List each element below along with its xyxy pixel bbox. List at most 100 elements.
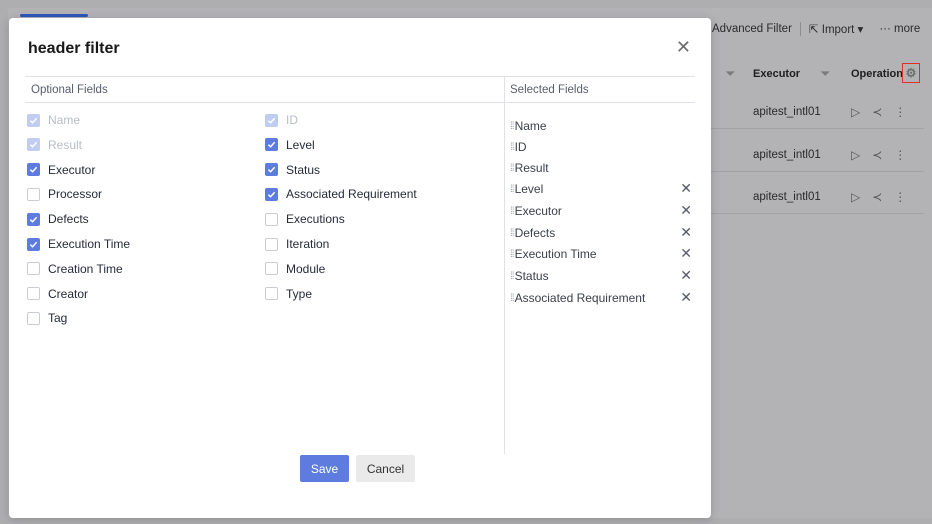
field-label: Type: [286, 286, 313, 301]
share-icon[interactable]: ≺: [872, 105, 882, 119]
optional-field-level[interactable]: Level: [265, 137, 315, 153]
optional-field-executor[interactable]: Executor: [27, 162, 95, 178]
field-label: Iteration: [286, 237, 330, 251]
checkbox[interactable]: [265, 237, 278, 251]
selected-field-name[interactable]: ⁞⁞ Name: [510, 118, 696, 134]
selected-field-status[interactable]: ⁞⁞ Status ✕: [510, 267, 696, 284]
import-icon: ⇱: [808, 24, 819, 36]
checkbox[interactable]: [27, 187, 40, 201]
filter-icon[interactable]: ⏷: [821, 68, 830, 81]
executor-cell: apitest_intl01: [753, 105, 821, 118]
field-label: Execution Time: [514, 247, 597, 261]
checkbox[interactable]: [27, 212, 40, 226]
checkbox[interactable]: [265, 262, 278, 276]
filter-icon[interactable]: ⏷: [726, 68, 735, 81]
checkbox: [27, 113, 40, 127]
drag-handle-icon[interactable]: ⁞⁞: [510, 163, 514, 174]
field-label: Module: [286, 261, 326, 276]
optional-field-name: Name: [27, 112, 80, 128]
remove-icon[interactable]: ✕: [680, 180, 692, 197]
optional-field-creator[interactable]: Creator: [27, 286, 88, 302]
save-button[interactable]: Save: [300, 455, 349, 482]
remove-icon[interactable]: ✕: [680, 289, 692, 306]
remove-icon[interactable]: ✕: [680, 267, 692, 284]
selected-field-level[interactable]: ⁞⁞ Level ✕: [510, 180, 696, 197]
close-icon[interactable]: ✕: [676, 38, 691, 56]
field-label: Associated Requirement: [514, 291, 646, 305]
checkbox[interactable]: [265, 163, 278, 177]
panel-divider: [504, 76, 505, 454]
more-vertical-icon[interactable]: ⋮: [894, 190, 906, 204]
selected-field-defects[interactable]: ⁞⁞ Defects ✕: [510, 224, 696, 241]
table-row: apitest_intl01 ▷ ≺ ⋮: [704, 138, 924, 172]
optional-field-tag[interactable]: Tag: [27, 310, 67, 326]
optional-field-type[interactable]: Type: [265, 286, 312, 302]
checkbox[interactable]: [27, 163, 40, 177]
optional-field-associated-requirement[interactable]: Associated Requirement: [265, 186, 417, 202]
optional-field-module[interactable]: Module: [265, 261, 325, 277]
more-vertical-icon[interactable]: ⋮: [894, 105, 906, 119]
caret-down-icon: ▾: [857, 24, 864, 36]
selected-field-result[interactable]: ⁞⁞ Result: [510, 160, 696, 176]
checkbox[interactable]: [27, 287, 40, 301]
drag-handle-icon[interactable]: ⁞⁞: [510, 228, 514, 239]
drag-handle-icon[interactable]: ⁞⁞: [510, 293, 514, 304]
selected-field-id[interactable]: ⁞⁞ ID: [510, 139, 696, 155]
optional-field-execution-time[interactable]: Execution Time: [27, 236, 130, 252]
share-icon[interactable]: ≺: [872, 148, 882, 162]
optional-field-executions[interactable]: Executions: [265, 211, 345, 227]
field-label: Result: [514, 161, 549, 175]
share-icon[interactable]: ≺: [872, 190, 882, 204]
selected-fields-header: Selected Fields: [505, 76, 695, 103]
selected-field-associated-requirement[interactable]: ⁞⁞ Associated Requirement ✕: [510, 289, 696, 306]
checkbox[interactable]: [27, 311, 40, 325]
run-icon[interactable]: ▷: [851, 190, 860, 204]
import-label: Import: [821, 24, 855, 36]
checkbox[interactable]: [27, 237, 40, 251]
optional-field-status[interactable]: Status: [265, 162, 320, 178]
drag-handle-icon[interactable]: ⁞⁞: [510, 184, 514, 195]
header-filter-dialog: header filter ✕ Optional Fields Selected…: [9, 18, 711, 518]
field-label: Tag: [48, 311, 68, 326]
executor-cell: apitest_intl01: [753, 190, 821, 203]
more-button[interactable]: ··· more: [871, 23, 928, 35]
run-icon[interactable]: ▷: [851, 148, 860, 162]
import-button[interactable]: ⇱ Import ▾: [801, 22, 871, 36]
drag-handle-icon[interactable]: ⁞⁞: [510, 271, 514, 282]
drag-handle-icon[interactable]: ⁞⁞: [510, 121, 514, 132]
remove-icon[interactable]: ✕: [680, 245, 692, 262]
checkbox[interactable]: [265, 287, 278, 301]
run-icon[interactable]: ▷: [851, 105, 860, 119]
optional-field-creation-time[interactable]: Creation Time: [27, 261, 123, 277]
advanced-filter-button[interactable]: Advanced Filter: [704, 23, 800, 35]
checkbox[interactable]: [27, 262, 40, 276]
optional-field-iteration[interactable]: Iteration: [265, 236, 329, 252]
drag-handle-icon[interactable]: ⁞⁞: [510, 249, 514, 260]
selected-field-executor[interactable]: ⁞⁞ Executor ✕: [510, 202, 696, 219]
field-label: Creator: [48, 286, 89, 301]
selected-field-execution-time[interactable]: ⁞⁞ Execution Time ✕: [510, 245, 696, 262]
optional-field-id: ID: [265, 112, 298, 128]
cancel-button[interactable]: Cancel: [356, 455, 415, 482]
drag-handle-icon[interactable]: ⁞⁞: [510, 142, 514, 153]
optional-field-processor[interactable]: Processor: [27, 186, 102, 202]
field-label: Executor: [48, 162, 96, 177]
checkbox[interactable]: [265, 212, 278, 226]
drag-handle-icon[interactable]: ⁞⁞: [510, 206, 514, 217]
toolbar: Advanced Filter ⇱ Import ▾ ··· more: [704, 14, 932, 44]
field-label: Level: [514, 182, 544, 196]
field-label: Executions: [286, 212, 345, 227]
remove-icon[interactable]: ✕: [680, 202, 692, 219]
field-label: Defects: [514, 226, 556, 240]
gear-icon[interactable]: ⚙: [902, 63, 920, 83]
checkbox[interactable]: [265, 187, 278, 201]
remove-icon[interactable]: ✕: [680, 224, 692, 241]
table-header: ⏷ Executor ⏷ Operation ⚙: [704, 57, 924, 91]
table-row: apitest_intl01 ▷ ≺ ⋮: [704, 95, 924, 129]
field-label: Level: [286, 137, 315, 152]
field-label: Status: [514, 269, 549, 283]
active-tab-indicator: [20, 14, 88, 17]
checkbox[interactable]: [265, 138, 278, 152]
more-vertical-icon[interactable]: ⋮: [894, 148, 906, 162]
optional-field-defects[interactable]: Defects: [27, 211, 89, 227]
